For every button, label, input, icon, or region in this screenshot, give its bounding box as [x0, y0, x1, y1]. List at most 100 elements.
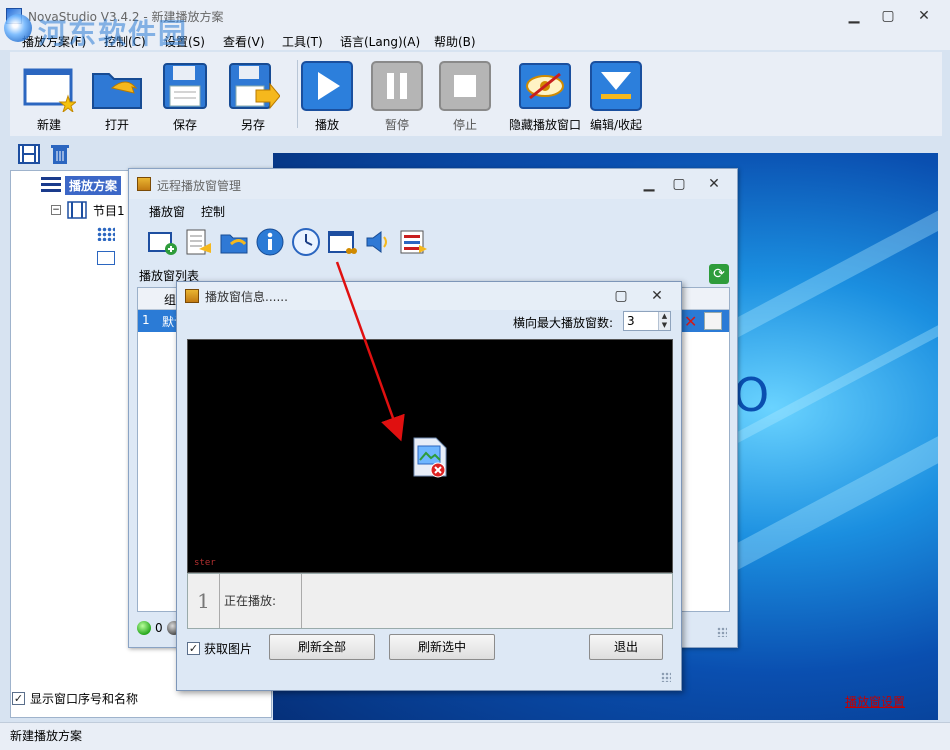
resize-grip[interactable] [717, 627, 727, 637]
add-window-icon[interactable] [147, 227, 177, 257]
window-item-icon[interactable] [97, 251, 115, 265]
menu-control[interactable]: 控制(C) [104, 33, 146, 50]
remote-titlebar: 远程播放窗管理 ▁ ▢ ✕ [129, 169, 737, 199]
now-playing-panel: 1 正在播放: [187, 573, 673, 629]
menu-view[interactable]: 查看(V) [223, 33, 265, 50]
now-playing-label: 正在播放: [222, 574, 302, 628]
menu-playplan[interactable]: 播放方案(F) [22, 33, 86, 50]
save-as-icon [229, 63, 280, 110]
list-icon [41, 177, 61, 193]
play-button[interactable]: 播放 [292, 56, 362, 132]
tree-root-label: 播放方案 [65, 175, 122, 195]
dots-window-icon[interactable] [97, 227, 115, 241]
window-screenshot: ster [187, 339, 673, 573]
edit-collapse-button[interactable]: 编辑/收起 [580, 56, 652, 132]
get-picture-checkbox[interactable]: ✓ [187, 642, 200, 655]
close-button[interactable]: ✕ [914, 8, 934, 24]
now-playing-number: 1 [188, 574, 220, 628]
new-document-icon [23, 68, 76, 112]
new-button[interactable]: 新建 [14, 56, 84, 132]
refresh-icon[interactable]: ⟳ [709, 264, 729, 284]
remote-menu-control[interactable]: 控制 [201, 203, 225, 220]
play-icon [301, 61, 353, 111]
main-titlebar: NovaStudio V3.4.2 - 新建播放方案 ▁ ▢ ✕ [0, 0, 950, 32]
pause-button[interactable]: 暂停 [362, 56, 432, 132]
show-order-checkbox[interactable]: ✓ [12, 692, 25, 705]
menu-help[interactable]: 帮助(B) [434, 33, 476, 50]
tree-node-program[interactable]: − 节目1 [51, 201, 125, 219]
maximize-button[interactable]: ▢ [878, 8, 898, 24]
play-label: 播放 [314, 118, 339, 132]
stop-button[interactable]: 停止 [430, 56, 500, 132]
max-windows-label: 横向最大播放窗数: [513, 316, 614, 330]
stop-label: 停止 [452, 118, 477, 132]
edit-collapse-label: 编辑/收起 [589, 118, 643, 132]
save-as-label: 另存 [240, 118, 265, 132]
max-windows-value: 3 [627, 314, 635, 328]
open-button[interactable]: 打开 [82, 56, 152, 132]
menu-tools[interactable]: 工具(T) [282, 33, 323, 50]
online-count: 0 [155, 621, 163, 635]
status-bar: 新建播放方案 [0, 722, 950, 750]
film-node-icon [67, 201, 87, 219]
status-text: 新建播放方案 [10, 729, 83, 743]
get-picture-option[interactable]: ✓ 获取图片 [187, 640, 252, 657]
info-maximize-button[interactable]: ▢ [611, 288, 631, 304]
remote-menu-window[interactable]: 播放窗 [149, 203, 185, 220]
remote-menubar: 播放窗 控制 [129, 201, 737, 221]
speaker-icon[interactable] [363, 227, 393, 257]
list-settings-icon[interactable] [399, 227, 429, 257]
dialog-icon [185, 289, 199, 303]
show-order-option[interactable]: ✓ 显示窗口序号和名称 [12, 690, 138, 707]
tree-root[interactable]: 播放方案 [41, 175, 122, 195]
info-close-button[interactable]: ✕ [647, 288, 667, 304]
open-label: 打开 [104, 118, 129, 132]
app-icon [6, 8, 22, 24]
edit-list-icon[interactable] [183, 227, 213, 257]
stepper-up-icon[interactable]: ▲ [658, 312, 670, 321]
screenshot-window-icon[interactable] [327, 227, 357, 257]
collapse-down-icon [590, 61, 642, 111]
delete-icon[interactable]: ✕ [684, 312, 697, 331]
stop-icon [439, 61, 491, 111]
film-icon[interactable] [18, 144, 40, 164]
window-info-dialog: 播放窗信息...... ▢ ✕ 横向最大播放窗数: 3 ▲ ▼ ster 1 正… [176, 281, 682, 691]
info-icon[interactable] [255, 227, 285, 257]
resize-grip[interactable] [661, 672, 671, 682]
remote-maximize-button[interactable]: ▢ [669, 176, 689, 192]
max-windows-stepper[interactable]: 3 ▲ ▼ [623, 311, 671, 331]
remote-close-button[interactable]: ✕ [704, 176, 724, 192]
hide-window-button[interactable]: 隐藏播放窗口 [498, 56, 592, 132]
online-dot-icon [137, 621, 151, 635]
save-label: 保存 [172, 118, 197, 132]
edit-icon[interactable] [704, 312, 722, 330]
show-order-label: 显示窗口序号和名称 [30, 692, 139, 706]
hide-window-label: 隐藏播放窗口 [508, 118, 581, 132]
play-window-settings-link[interactable]: 播放窗设置 [845, 693, 905, 710]
remote-minimize-button[interactable]: ▁ [639, 176, 659, 192]
refresh-all-button[interactable]: 刷新全部 [269, 634, 375, 660]
clock-icon[interactable] [291, 227, 321, 257]
new-label: 新建 [36, 118, 61, 132]
exit-button[interactable]: 退出 [589, 634, 663, 660]
trash-icon[interactable] [50, 143, 70, 165]
window-title: NovaStudio V3.4.2 - 新建播放方案 [28, 10, 224, 24]
remote-title: 远程播放窗管理 [157, 179, 242, 193]
save-button[interactable]: 保存 [150, 56, 220, 132]
menu-language[interactable]: 语言(Lang)(A) [340, 33, 420, 50]
grid-header-group: 组 [164, 293, 177, 307]
dialog-icon [137, 177, 151, 191]
save-as-button[interactable]: 另存 [218, 56, 288, 132]
stepper-down-icon[interactable]: ▼ [658, 321, 670, 330]
collapse-toggle-icon[interactable]: − [51, 205, 61, 215]
pause-label: 暂停 [384, 118, 409, 132]
screen-caption: ster [194, 558, 216, 568]
refresh-selected-button[interactable]: 刷新选中 [389, 634, 495, 660]
tree-node-label: 节目1 [93, 203, 125, 218]
row-index: 1 [142, 313, 150, 327]
folder-open-icon[interactable] [219, 227, 249, 257]
menu-settings[interactable]: 设置(S) [164, 33, 205, 50]
main-toolbar: 新建 打开 保存 另存 播放 暂停 停止 隐藏播放窗口 编辑/收起 [10, 52, 942, 136]
minimize-button[interactable]: ▁ [844, 8, 864, 24]
pause-icon [371, 61, 423, 111]
